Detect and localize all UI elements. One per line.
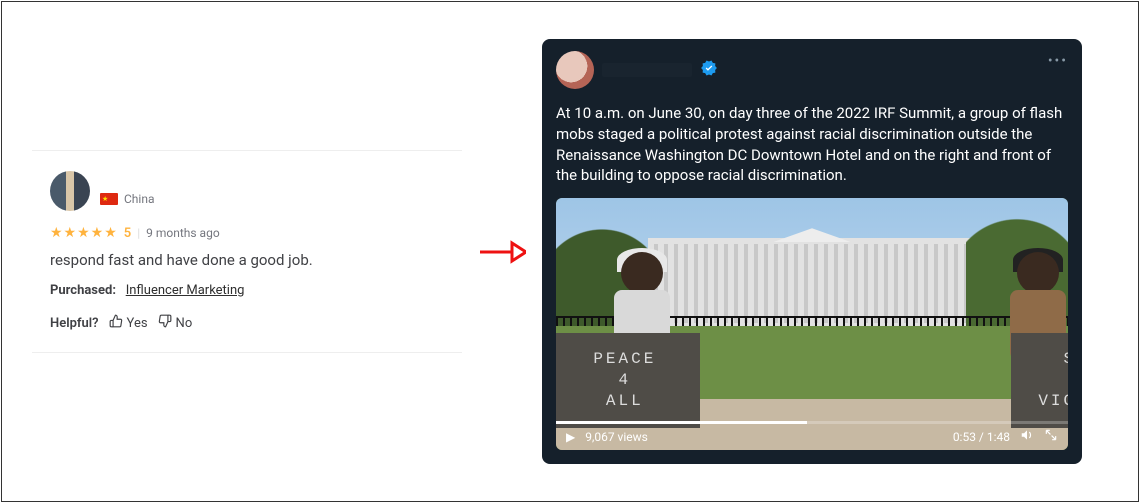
country-name: China xyxy=(124,192,155,206)
more-options-icon[interactable]: ••• xyxy=(1048,53,1068,69)
review-age: 9 months ago xyxy=(146,226,220,240)
fullscreen-icon[interactable] xyxy=(1044,428,1058,446)
thumbs-down-icon xyxy=(158,314,172,332)
yes-label: Yes xyxy=(127,316,148,331)
tweet-avatar[interactable] xyxy=(556,51,594,89)
separator: | xyxy=(137,226,140,240)
flag-icon xyxy=(100,193,118,205)
review-card: China ★★★★★ 5 | 9 months ago respond fas… xyxy=(32,150,462,353)
helpful-label: Helpful? xyxy=(50,316,99,331)
star-icons: ★★★★★ xyxy=(50,225,118,241)
purchase-link[interactable]: Influencer Marketing xyxy=(126,283,245,298)
helpful-no-button[interactable]: No xyxy=(158,314,193,332)
purchase-row: Purchased: Influencer Marketing xyxy=(50,283,444,298)
arrow-connector xyxy=(462,237,542,267)
tweet-text: At 10 a.m. on June 30, on day three of t… xyxy=(556,103,1068,186)
no-label: No xyxy=(176,316,193,331)
video-controls: ▶ 9,067 views 0:53 / 1:48 xyxy=(556,424,1068,450)
helpful-yes-button[interactable]: Yes xyxy=(109,314,148,332)
tweet-card: ••• At 10 a.m. on June 30, on day three … xyxy=(542,39,1082,464)
review-body: respond fast and have done a good job. xyxy=(50,251,444,269)
rating-value: 5 xyxy=(124,226,131,241)
reviewer-meta: China xyxy=(100,176,190,206)
rating-row: ★★★★★ 5 | 9 months ago xyxy=(50,225,444,241)
reviewer-name-redacted xyxy=(100,176,190,190)
volume-icon[interactable] xyxy=(1020,428,1034,446)
review-header: China xyxy=(50,171,444,211)
protest-sign-right: STOP THE VIOLENCE xyxy=(1011,333,1068,428)
protester-figure: STOP THE VIOLENCE xyxy=(998,252,1068,422)
verified-badge-icon xyxy=(700,59,718,82)
video-bg-building xyxy=(648,238,976,329)
arrow-right-icon xyxy=(478,237,526,267)
purchase-label: Purchased: xyxy=(50,283,116,298)
thumbs-up-icon xyxy=(109,314,123,332)
composite-figure: China ★★★★★ 5 | 9 months ago respond fas… xyxy=(1,1,1139,502)
helpful-row: Helpful? Yes No xyxy=(50,314,444,332)
tweet-author-redacted xyxy=(602,63,692,77)
reviewer-avatar xyxy=(50,171,90,211)
tweet-header xyxy=(556,51,1068,89)
tweet-video[interactable]: PEACE 4 ALL STOP THE VIOLENCE ▶ 9,067 vi… xyxy=(556,198,1068,450)
reviewer-country: China xyxy=(100,192,190,206)
view-count: 9,067 views xyxy=(585,430,648,444)
play-icon[interactable]: ▶ xyxy=(566,430,575,444)
protester-figure: PEACE 4 ALL xyxy=(592,252,692,422)
protest-sign-left: PEACE 4 ALL xyxy=(556,333,700,428)
video-timecode: 0:53 / 1:48 xyxy=(953,430,1010,444)
